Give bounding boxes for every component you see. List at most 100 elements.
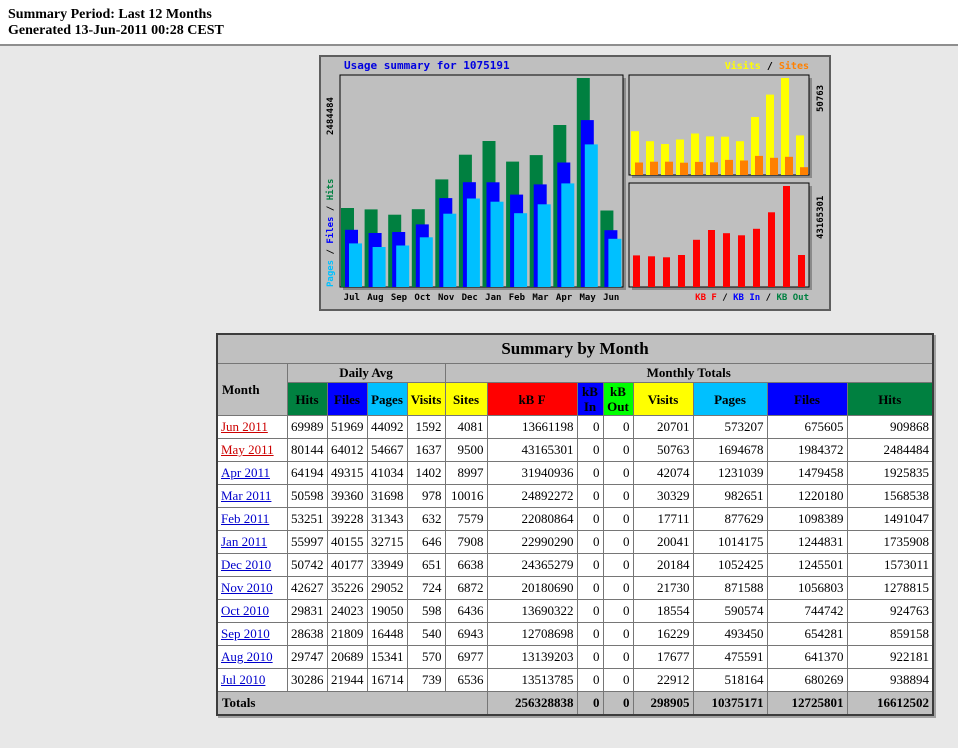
value-cell: 20041 — [633, 531, 693, 554]
pages-bar — [443, 214, 456, 287]
month-label: Jun — [603, 293, 619, 303]
value-cell: 21944 — [327, 669, 367, 692]
summary-by-month-table: Summary by Month Month Daily Avg Monthly… — [216, 333, 934, 716]
col-kbf: kB F — [487, 383, 577, 416]
month-link[interactable]: Feb 2011 — [221, 511, 269, 526]
value-cell: 20184 — [633, 554, 693, 577]
month-link[interactable]: Jul 2010 — [221, 672, 265, 687]
value-cell: 10016 — [445, 485, 487, 508]
table-row: Mar 201150598393603169897810016248922720… — [217, 485, 933, 508]
sites-bar — [725, 160, 733, 175]
value-cell: 21730 — [633, 577, 693, 600]
month-label: Jul — [344, 293, 360, 303]
value-cell: 6436 — [445, 600, 487, 623]
value-cell: 19050 — [367, 600, 407, 623]
value-cell: 1220180 — [767, 485, 847, 508]
report-header: Summary Period: Last 12 Months Generated… — [0, 0, 958, 44]
value-cell: 0 — [603, 416, 633, 439]
sites-bar — [755, 156, 763, 175]
value-cell: 1244831 — [767, 531, 847, 554]
value-cell: 0 — [603, 600, 633, 623]
value-cell: 680269 — [767, 669, 847, 692]
month-link[interactable]: Jun 2011 — [221, 419, 268, 434]
table-row: Sep 201028638218091644854069431270869800… — [217, 623, 933, 646]
month-label: Mar — [532, 293, 549, 303]
month-cell: Jun 2011 — [217, 416, 287, 439]
usage-graph-container: Usage summary for 1075191Visits / SitesK… — [0, 55, 958, 316]
month-link[interactable]: Mar 2011 — [221, 488, 271, 503]
value-cell: 16714 — [367, 669, 407, 692]
value-cell: 13139203 — [487, 646, 577, 669]
month-link[interactable]: Sep 2010 — [221, 626, 270, 641]
value-cell: 0 — [603, 646, 633, 669]
value-cell: 31343 — [367, 508, 407, 531]
value-cell: 50763 — [633, 439, 693, 462]
value-cell: 0 — [577, 416, 603, 439]
month-link[interactable]: May 2011 — [221, 442, 274, 457]
value-cell: 0 — [577, 462, 603, 485]
month-link[interactable]: Dec 2010 — [221, 557, 271, 572]
value-cell: 744742 — [767, 600, 847, 623]
value-cell: 18554 — [633, 600, 693, 623]
month-link[interactable]: Aug 2010 — [221, 649, 273, 664]
group-daily-avg: Daily Avg — [287, 364, 445, 383]
month-link[interactable]: Jan 2011 — [221, 534, 267, 549]
value-cell: 17711 — [633, 508, 693, 531]
value-cell: 922181 — [847, 646, 933, 669]
value-cell: 64194 — [287, 462, 327, 485]
table-row: Jun 201169989519694409215924081136611980… — [217, 416, 933, 439]
value-cell: 28638 — [287, 623, 327, 646]
value-cell: 42627 — [287, 577, 327, 600]
month-link[interactable]: Apr 2011 — [221, 465, 270, 480]
value-cell: 21809 — [327, 623, 367, 646]
value-cell: 20689 — [327, 646, 367, 669]
month-link[interactable]: Oct 2010 — [221, 603, 269, 618]
value-cell: 0 — [577, 554, 603, 577]
kbf-bar — [663, 257, 670, 287]
value-cell: 49315 — [327, 462, 367, 485]
value-cell: 31698 — [367, 485, 407, 508]
total-files: 12725801 — [767, 692, 847, 716]
value-cell: 24023 — [327, 600, 367, 623]
value-cell: 1735908 — [847, 531, 933, 554]
sites-bar — [680, 163, 688, 175]
value-cell: 924763 — [847, 600, 933, 623]
kbf-bar — [708, 230, 715, 287]
value-cell: 24892272 — [487, 485, 577, 508]
value-cell: 1568538 — [847, 485, 933, 508]
kbf-bar — [678, 255, 685, 287]
month-cell: Mar 2011 — [217, 485, 287, 508]
legend-kb: KB F / KB In / KB Out — [695, 293, 809, 303]
col-daily-hits: Hits — [287, 383, 327, 416]
sites-bar — [785, 157, 793, 175]
month-label: Sep — [391, 293, 408, 303]
month-cell: May 2011 — [217, 439, 287, 462]
pages-bar — [467, 199, 480, 288]
month-link[interactable]: Nov 2010 — [221, 580, 273, 595]
value-cell: 0 — [577, 508, 603, 531]
value-cell: 51969 — [327, 416, 367, 439]
table-title: Summary by Month — [217, 334, 933, 364]
col-sites: Sites — [445, 383, 487, 416]
value-cell: 871588 — [693, 577, 767, 600]
value-cell: 651 — [407, 554, 445, 577]
value-cell: 0 — [577, 485, 603, 508]
value-cell: 39360 — [327, 485, 367, 508]
value-cell: 0 — [603, 623, 633, 646]
visits-axis-max-label: 50763 — [816, 85, 826, 112]
value-cell: 54667 — [367, 439, 407, 462]
value-cell: 40155 — [327, 531, 367, 554]
col-monthly-pages: Pages — [693, 383, 767, 416]
value-cell: 41034 — [367, 462, 407, 485]
total-kbout: 0 — [603, 692, 633, 716]
value-cell: 518164 — [693, 669, 767, 692]
total-pages: 10375171 — [693, 692, 767, 716]
month-cell: Jul 2010 — [217, 669, 287, 692]
pages-bar — [491, 202, 504, 287]
value-cell: 1056803 — [767, 577, 847, 600]
value-cell: 35226 — [327, 577, 367, 600]
table-row: Dec 201050742401773394965166382436527900… — [217, 554, 933, 577]
value-cell: 50598 — [287, 485, 327, 508]
month-label: May — [579, 293, 596, 303]
divider — [0, 44, 958, 46]
